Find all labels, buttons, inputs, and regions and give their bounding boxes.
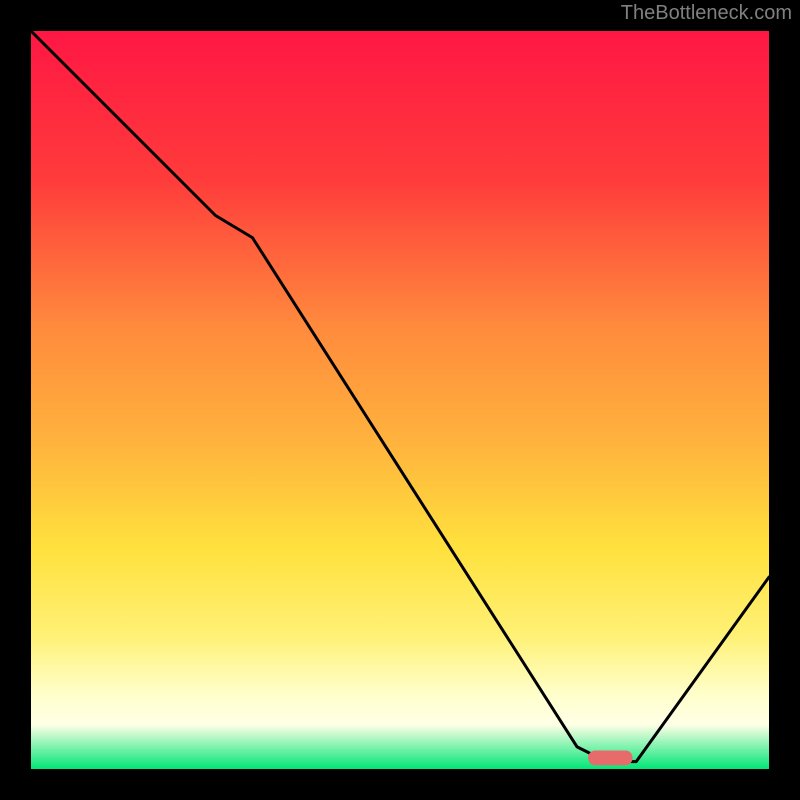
chart-plot-area [31, 31, 769, 769]
watermark-text: TheBottleneck.com [621, 2, 792, 25]
chart-marker [588, 751, 632, 766]
chart-svg [31, 31, 769, 769]
